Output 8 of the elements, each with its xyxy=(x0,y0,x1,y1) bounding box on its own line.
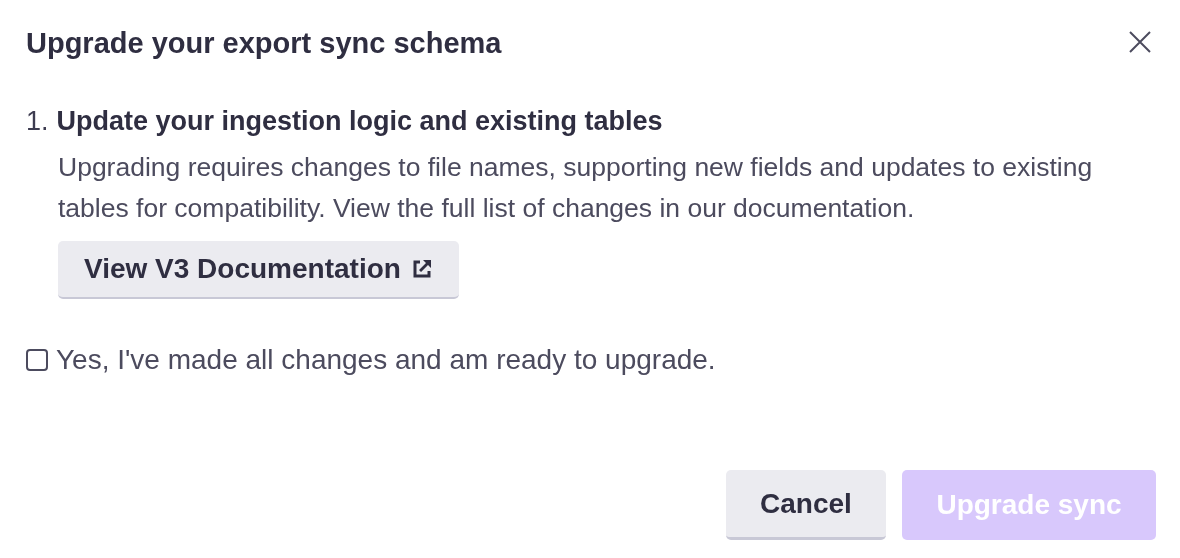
dialog-title: Upgrade your export sync schema xyxy=(26,26,502,61)
step-number: 1. xyxy=(26,104,49,138)
confirmation-checkbox[interactable]: Yes, I've made all changes and am ready to upgrade. xyxy=(26,339,1156,382)
documentation-button[interactable]: View V3 Documentation xyxy=(58,241,459,300)
step-title: Update your ingestion logic and existing tables xyxy=(56,104,663,138)
step-description: Upgrading requires changes to file names, supporting new fields and updates to existing tables for compatibility. View the full list of changes in our documentation. xyxy=(58,151,1094,226)
cancel-button[interactable]: Cancel xyxy=(726,470,886,540)
close-icon xyxy=(1128,30,1152,54)
